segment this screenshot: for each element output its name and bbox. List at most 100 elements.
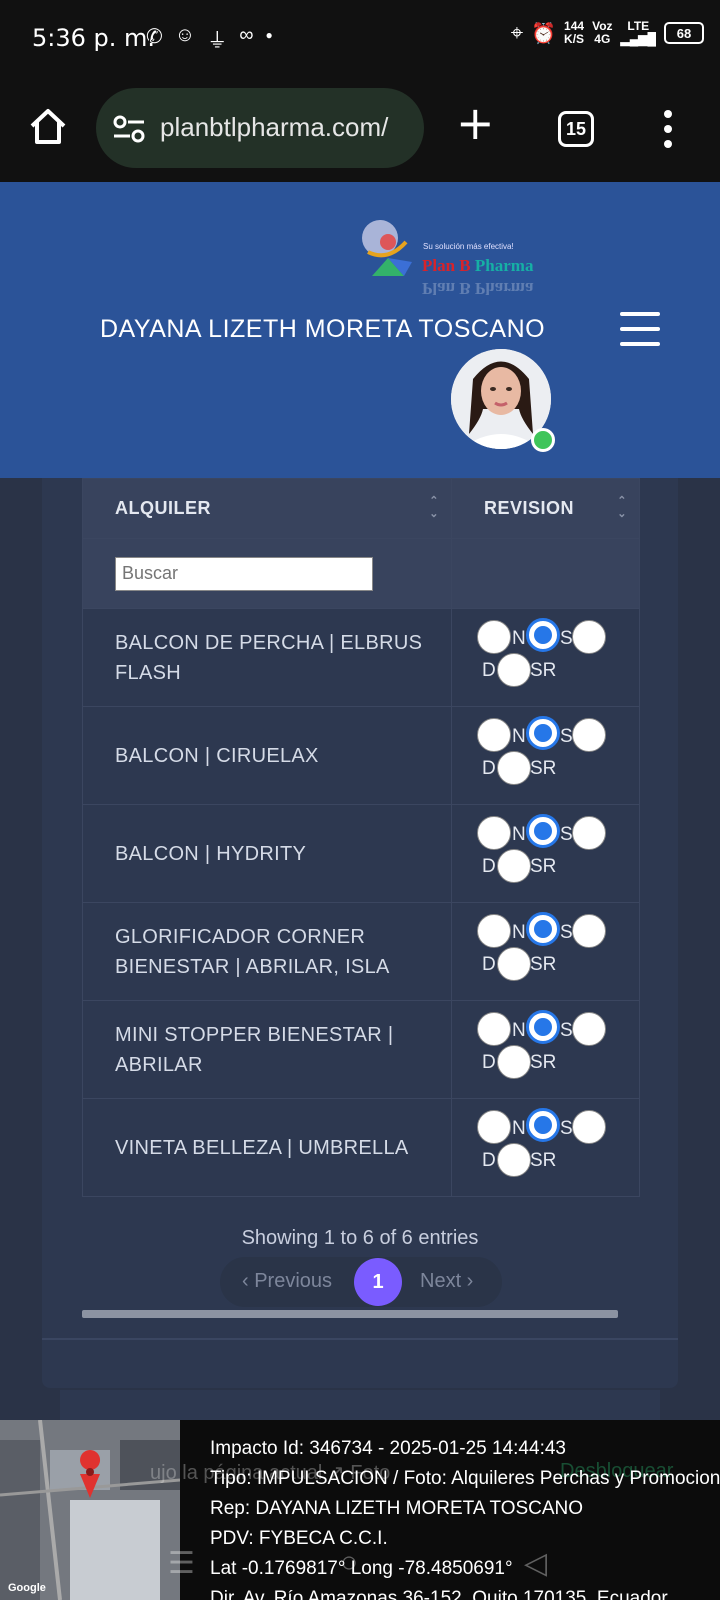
table-row: BALCON DE PERCHA | ELBRUS FLASH N S D SR — [82, 608, 640, 707]
row-label: BALCON | CIRUELAX — [82, 706, 452, 805]
radio-option-extra[interactable] — [572, 914, 606, 948]
browser-toolbar: planbtlpharma.com/ + 15 — [0, 78, 720, 182]
table-row: BALCON | HYDRITY N S D SR — [82, 804, 640, 903]
table-row: BALCON | CIRUELAX N S D SR — [82, 706, 640, 805]
network-label: 4G — [594, 32, 611, 46]
current-page-button[interactable]: 1 — [354, 1258, 402, 1306]
network-type: Voz 4G — [592, 20, 612, 46]
radio-option-n[interactable] — [477, 816, 511, 850]
radio-label: D — [482, 758, 496, 779]
revision-cell: N S D SR — [451, 608, 640, 707]
radio-label: SR — [530, 1052, 557, 1073]
revision-radio-group: N S D SR — [452, 707, 639, 804]
radio-label: D — [482, 1052, 496, 1073]
radio-option-d[interactable] — [497, 947, 531, 981]
next-label: Next — [420, 1270, 462, 1292]
home-icon[interactable] — [26, 104, 70, 148]
site-header: Su solución más efectiva! Plan B Pharma … — [0, 182, 720, 478]
next-page-button[interactable]: Next › — [420, 1270, 473, 1293]
map-thumbnail: Google — [0, 1420, 180, 1600]
logo-name: Plan B Pharma — [422, 256, 533, 276]
radio-label: D — [482, 660, 496, 681]
row-label: BALCON DE PERCHA | ELBRUS FLASH — [82, 608, 452, 707]
review-table: ALQUILER ⌃⌄ REVISION ⌃⌄ BALCON DE PERCHA… — [82, 478, 640, 1197]
radio-option-extra[interactable] — [572, 718, 606, 752]
row-label: GLORIFICADOR CORNER BIENESTAR | ABRILAR,… — [82, 902, 452, 1001]
radio-option-extra[interactable] — [572, 620, 606, 654]
radio-label: N — [512, 922, 526, 943]
card-divider — [42, 1338, 678, 1340]
logo-reflection: Plan B Pharma — [422, 278, 533, 298]
horizontal-scrollbar[interactable] — [82, 1310, 618, 1318]
stamp-line-3: Rep: DAYANA LIZETH MORETA TOSCANO — [210, 1498, 584, 1519]
net-speed-unit: K/S — [564, 32, 585, 46]
new-tab-icon[interactable]: + — [456, 100, 495, 146]
tab-switcher-button[interactable]: 15 — [558, 111, 594, 147]
radio-label: SR — [530, 660, 557, 681]
radio-option-d[interactable] — [497, 1045, 531, 1079]
browser-menu-icon[interactable] — [664, 110, 672, 148]
radio-option-n[interactable] — [477, 914, 511, 948]
radio-label: S — [560, 1020, 573, 1041]
stamp-line-2: Tipo: IMPULSACION / Foto: Alquileres Per… — [210, 1468, 720, 1489]
tab-count: 15 — [565, 118, 587, 139]
row-label: BALCON | HYDRITY — [82, 804, 452, 903]
radio-option-d[interactable] — [497, 849, 531, 883]
column-header-alquiler[interactable]: ALQUILER ⌃ ⌄ — [82, 478, 452, 539]
site-settings-icon[interactable] — [112, 114, 146, 144]
filter-cell-empty — [451, 538, 640, 609]
radio-label: N — [512, 824, 526, 845]
stamp-line-6: Dir. Av. Río Amazonas 36-152, Quito 1701… — [210, 1588, 668, 1600]
radio-option-extra[interactable] — [572, 816, 606, 850]
radio-label: SR — [530, 758, 557, 779]
logo-reflection-part-1: Plan B — [422, 279, 471, 298]
revision-radio-group: N S D SR — [452, 805, 639, 902]
radio-option-n[interactable] — [477, 718, 511, 752]
radio-option-s[interactable] — [526, 1010, 560, 1044]
sort-icon[interactable]: ⌃ ⌄ — [617, 495, 627, 521]
radio-option-n[interactable] — [477, 1012, 511, 1046]
radio-option-s[interactable] — [526, 618, 560, 652]
search-input[interactable] — [115, 556, 373, 591]
stamp-line-1: Impacto Id: 346734 - 2025-01-25 14:44:43 — [210, 1438, 566, 1459]
radio-option-d[interactable] — [497, 1143, 531, 1177]
radio-label: N — [512, 1020, 526, 1041]
revision-radio-group: N S D SR — [452, 609, 639, 706]
signal-icon: ▂▄▆█ — [620, 32, 656, 46]
revision-radio-group: N S D SR — [452, 1099, 639, 1196]
user-name: DAYANA LIZETH MORETA TOSCANO — [100, 315, 546, 343]
logo-reflection-part-2: Pharma — [474, 279, 534, 298]
stamp-line-5: Lat -0.1769817° Long -78.4850691° — [210, 1558, 513, 1579]
status-time: 5:36 p. m. — [32, 24, 156, 52]
previous-page-button[interactable]: ‹ Previous — [242, 1270, 332, 1293]
current-page-label: 1 — [372, 1270, 384, 1293]
radio-label: D — [482, 954, 496, 975]
battery-level: 68 — [676, 25, 692, 41]
entries-summary: Showing 1 to 6 of 6 entries — [241, 1227, 479, 1249]
radio-option-n[interactable] — [477, 1110, 511, 1144]
radio-option-s[interactable] — [526, 912, 560, 946]
radio-label: S — [560, 824, 573, 845]
sort-icon[interactable]: ⌃ ⌄ — [429, 495, 439, 521]
revision-cell: N S D SR — [451, 804, 640, 903]
radio-option-extra[interactable] — [572, 1012, 606, 1046]
radio-label: D — [482, 1150, 496, 1171]
column-header-revision[interactable]: REVISION ⌃ ⌄ — [451, 478, 640, 539]
url-text[interactable]: planbtlpharma.com/ — [160, 112, 410, 143]
radio-option-s[interactable] — [526, 814, 560, 848]
hamburger-menu-icon[interactable] — [620, 312, 660, 346]
radio-option-extra[interactable] — [572, 1110, 606, 1144]
table-row: GLORIFICADOR CORNER BIENESTAR | ABRILAR,… — [82, 902, 640, 1001]
address-bar[interactable]: planbtlpharma.com/ — [96, 88, 424, 168]
radio-option-d[interactable] — [497, 751, 531, 785]
radio-option-s[interactable] — [526, 716, 560, 750]
logo-tagline: Su solución más efectiva! — [423, 242, 514, 251]
radio-label: N — [512, 628, 526, 649]
snapchat-icon: ☺ — [174, 24, 196, 46]
plan-b-pharma-logo[interactable]: Su solución más efectiva! Plan B Pharma … — [358, 218, 558, 308]
radio-option-d[interactable] — [497, 653, 531, 687]
location-icon: ⌖ — [510, 20, 524, 45]
radio-option-n[interactable] — [477, 620, 511, 654]
radio-option-s[interactable] — [526, 1108, 560, 1142]
table-row: MINI STOPPER BIENESTAR | ABRILAR N S D SR — [82, 1000, 640, 1099]
